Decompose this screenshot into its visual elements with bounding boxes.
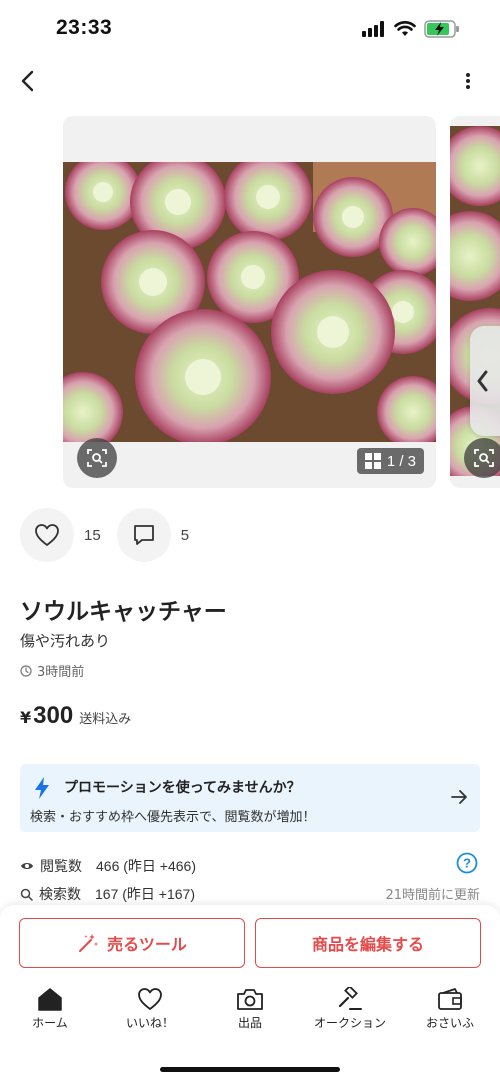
eye-icon — [21, 863, 33, 869]
lightning-icon — [35, 777, 49, 799]
status-icons — [362, 20, 460, 38]
wallet-icon — [438, 988, 462, 1010]
stats-updated: 21時間前に更新 — [385, 888, 480, 903]
back-button[interactable] — [12, 66, 42, 96]
promotion-banner[interactable]: プロモーションを使ってみませんか？ 検索・おすすめ枠へ優先表示で、閲覧数が増加！ — [20, 764, 480, 832]
image-search-button[interactable] — [77, 438, 117, 478]
like-count: 15 — [84, 526, 101, 544]
edit-item-label: 商品を編集する — [311, 935, 424, 954]
tab-sell[interactable]: 出品 — [200, 987, 300, 1047]
searches-value: 167 (昨日 +167) — [95, 886, 195, 902]
product-title: ソウルキャッチャー — [20, 599, 227, 625]
wifi-icon — [394, 21, 416, 36]
searches-label: 検索数 — [39, 887, 81, 903]
tab-home-label: ホーム — [32, 1016, 68, 1030]
home-icon — [38, 988, 62, 1011]
grid-icon — [364, 453, 381, 469]
tab-home[interactable]: ホーム — [0, 987, 100, 1047]
product-photo-card[interactable]: 1 / 3 — [63, 116, 436, 488]
clock-icon — [20, 664, 32, 677]
search-icon — [20, 888, 33, 901]
product-condition: 傷や汚れあり — [20, 632, 111, 650]
comment-button[interactable] — [116, 508, 171, 562]
posted-time: 3時間前 — [20, 661, 84, 680]
price-row: ¥ 300 送料込み — [20, 702, 131, 730]
status-time: 23:33 — [56, 16, 113, 39]
engagement-row: 15 5 — [20, 508, 205, 562]
comment-count: 5 — [180, 526, 190, 544]
promotion-title: プロモーションを使ってみませんか？ — [64, 780, 301, 796]
gavel-icon — [338, 987, 362, 1010]
help-icon[interactable]: ? — [456, 852, 478, 874]
signal-icon — [362, 21, 384, 37]
searches-stat: 検索数 167 (昨日 +167) — [20, 884, 195, 904]
views-label: 閲覧数 — [40, 859, 82, 875]
tab-likes-label: いいね！ — [125, 1016, 174, 1030]
tab-auction-label: オークション — [313, 1016, 386, 1030]
comment-icon — [133, 525, 154, 545]
like-button[interactable] — [20, 508, 74, 562]
more-options-button[interactable] — [456, 66, 480, 96]
svg-text:?: ? — [463, 856, 471, 871]
tab-sell-label: 出品 — [237, 1016, 262, 1030]
price-currency: ¥ — [20, 708, 32, 727]
image-counter-text: 1 / 3 — [386, 452, 416, 470]
tab-wallet-label: おさいふ — [425, 1016, 474, 1030]
sell-tool-label: 売るツール — [107, 935, 187, 954]
price-value: 300 — [33, 702, 74, 729]
battery-charging-icon — [424, 20, 459, 38]
tab-wallet[interactable]: おさいふ — [400, 987, 500, 1047]
image-counter-badge: 1 / 3 — [356, 448, 424, 474]
shipping-note: 送料込み — [79, 712, 132, 727]
views-stat: 閲覧数 466 (昨日 +466) — [20, 856, 196, 876]
home-indicator — [160, 1067, 340, 1072]
views-value: 466 (昨日 +466) — [96, 858, 196, 874]
magic-wand-icon — [79, 934, 99, 952]
status-bar: 23:33 — [0, 0, 500, 58]
arrow-right-icon — [451, 790, 467, 804]
nav-bar — [0, 58, 500, 104]
tab-likes[interactable]: いいね！ — [100, 987, 200, 1047]
chevron-left-icon — [477, 370, 488, 392]
lens-search-icon — [87, 449, 107, 467]
lens-search-icon — [474, 449, 494, 467]
heart-icon — [35, 524, 59, 546]
next-image-search-button[interactable] — [464, 438, 500, 478]
posted-time-text: 3時間前 — [37, 665, 85, 680]
image-gallery[interactable]: 1 / 3 — [0, 116, 500, 488]
bottom-action-sheet: 売るツール 商品を編集する ホーム いいね！ 出品 オークション おさいふ — [0, 905, 500, 1080]
promotion-description: 検索・おすすめ枠へ優先表示で、閲覧数が増加！ — [30, 810, 316, 825]
tab-auction[interactable]: オークション — [300, 987, 400, 1047]
more-vertical-icon — [466, 73, 470, 89]
tab-bar: ホーム いいね！ 出品 オークション おさいふ — [0, 987, 500, 1047]
chevron-left-icon — [21, 70, 34, 92]
heart-icon — [138, 988, 162, 1010]
edit-item-button[interactable]: 商品を編集する — [255, 918, 481, 968]
sell-tool-button[interactable]: 売るツール — [19, 918, 245, 968]
camera-icon — [237, 989, 263, 1010]
product-photo — [63, 162, 436, 442]
side-panel-handle[interactable] — [470, 326, 500, 436]
